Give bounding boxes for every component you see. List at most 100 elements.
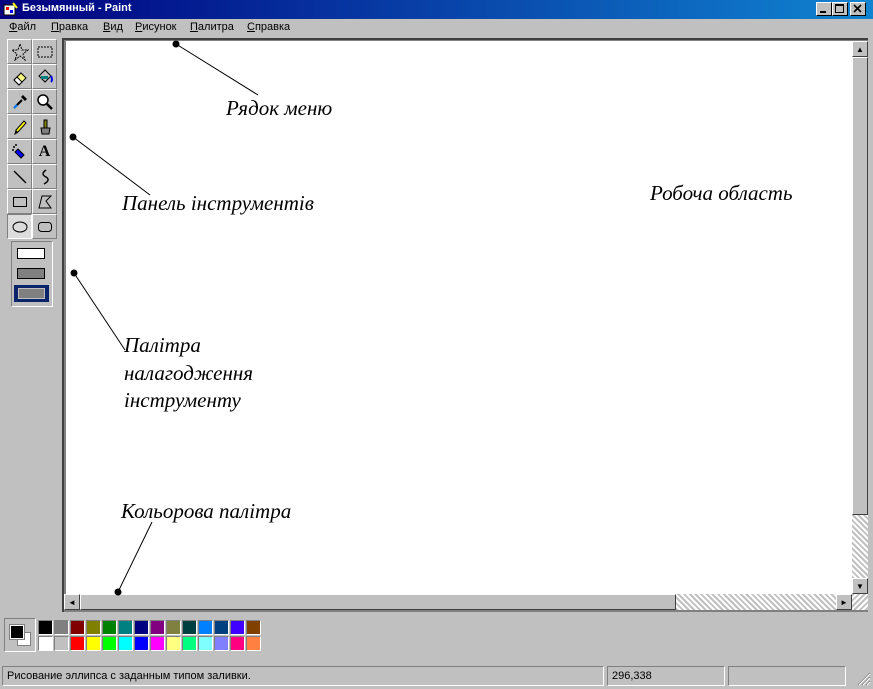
palette-swatch[interactable] [118, 636, 133, 651]
tool-magnifier[interactable] [32, 89, 57, 114]
palette-swatch[interactable] [38, 636, 53, 651]
fill-option-outline[interactable] [17, 248, 45, 259]
minimize-icon [820, 11, 826, 13]
palette-swatch[interactable] [150, 620, 165, 635]
palette-swatch[interactable] [134, 620, 149, 635]
close-icon [853, 4, 862, 13]
menu-palette[interactable]: Палитра [190, 21, 234, 33]
arrow-up-icon: ▲ [856, 44, 864, 54]
palette-swatch[interactable] [102, 636, 117, 651]
pencil-icon [13, 119, 27, 135]
status-text: Рисование эллипса с заданным типом залив… [2, 666, 604, 686]
scroll-up-button[interactable]: ▲ [852, 41, 868, 57]
arrow-left-icon: ◄ [68, 597, 76, 607]
palette-swatch[interactable] [150, 636, 165, 651]
vertical-scroll-track[interactable] [852, 515, 868, 578]
palette-swatch[interactable] [38, 620, 53, 635]
tool-polygon[interactable] [32, 189, 57, 214]
tool-rounded-rect[interactable] [32, 214, 57, 239]
text-icon: A [38, 142, 51, 160]
palette-swatch[interactable] [246, 620, 261, 635]
palette-swatch[interactable] [118, 620, 133, 635]
polygon-icon [37, 195, 52, 208]
rectangle-icon [12, 196, 27, 207]
menu-help[interactable]: Справка [247, 21, 290, 33]
scroll-corner [852, 594, 868, 610]
palette-swatch[interactable] [214, 620, 229, 635]
maximize-icon [835, 4, 844, 13]
palette-swatch[interactable] [54, 620, 69, 635]
magnifier-icon [36, 93, 53, 110]
palette-swatch[interactable] [134, 636, 149, 651]
palette-swatch[interactable] [182, 636, 197, 651]
palette-swatch[interactable] [86, 620, 101, 635]
menu-file[interactable]: Файл [9, 21, 36, 33]
status-bar: Рисование эллипса с заданным типом залив… [0, 664, 873, 689]
palette-swatch[interactable] [102, 620, 117, 635]
scroll-left-button[interactable]: ◄ [64, 594, 80, 610]
annotation-palette: Кольорова палітра [121, 499, 292, 523]
minimize-button[interactable] [816, 2, 832, 16]
palette-swatch[interactable] [198, 636, 213, 651]
tool-text[interactable]: A [32, 139, 57, 164]
vertical-scrollbar[interactable]: ▲ ▼ [852, 41, 868, 594]
menu-view[interactable]: Вид [103, 21, 123, 33]
curve-icon [41, 168, 49, 185]
paint-app-icon[interactable] [3, 2, 18, 17]
resize-grip-icon[interactable] [855, 670, 871, 686]
scroll-down-button[interactable]: ▼ [852, 578, 868, 594]
palette-swatch[interactable] [70, 620, 85, 635]
tool-free-form-select[interactable] [7, 39, 32, 64]
tool-airbrush[interactable] [7, 139, 32, 164]
selection-size [728, 666, 846, 686]
fill-option-outline-fill[interactable] [17, 268, 45, 279]
window-title: Безымянный - Paint [22, 2, 132, 14]
annotation-menu-bar: Рядок меню [226, 96, 333, 120]
scroll-right-button[interactable]: ► [836, 594, 852, 610]
vertical-scroll-thumb[interactable] [852, 57, 868, 515]
palette-swatch[interactable] [230, 636, 245, 651]
horizontal-scroll-thumb[interactable] [80, 594, 676, 610]
horizontal-scrollbar[interactable]: ◄ ► [64, 594, 852, 610]
palette-swatch[interactable] [214, 636, 229, 651]
ellipse-icon [12, 221, 27, 232]
palette-swatch[interactable] [166, 636, 181, 651]
tool-line[interactable] [7, 164, 32, 189]
tool-ellipse[interactable] [7, 214, 32, 239]
menu-image[interactable]: Рисунок [135, 21, 177, 33]
palette-swatch[interactable] [182, 620, 197, 635]
brush-icon [39, 119, 51, 134]
annotation-tool-options-line3: інструменту [124, 388, 241, 412]
menu-edit[interactable]: Правка [51, 21, 88, 33]
fill-option-fill-selected[interactable] [14, 285, 49, 302]
arrow-right-icon: ► [840, 597, 848, 607]
annotation-workspace: Робоча область [650, 181, 793, 205]
palette-swatch[interactable] [54, 636, 69, 651]
tool-rectangle[interactable] [7, 189, 32, 214]
annotation-toolbar: Панель інструментів [122, 191, 314, 215]
tool-brush[interactable] [32, 114, 57, 139]
tool-curve[interactable] [32, 164, 57, 189]
palette-swatch[interactable] [166, 620, 181, 635]
tool-pencil[interactable] [7, 114, 32, 139]
palette-swatch[interactable] [86, 636, 101, 651]
palette-swatch[interactable] [230, 620, 245, 635]
tool-pick-color[interactable] [7, 89, 32, 114]
horizontal-scroll-track[interactable] [676, 594, 836, 610]
star-select-icon [10, 42, 29, 61]
menu-bar: Файл Правка Вид Рисунок Палитра Справка [0, 19, 873, 38]
close-button[interactable] [850, 2, 866, 16]
maximize-button[interactable] [832, 2, 848, 16]
palette-swatch[interactable] [70, 636, 85, 651]
palette-swatch[interactable] [198, 620, 213, 635]
tool-eraser[interactable] [7, 64, 32, 89]
tool-rect-select[interactable] [32, 39, 57, 64]
annotation-tool-options-line2: налагодження [124, 361, 254, 385]
eyedropper-icon [12, 94, 27, 109]
palette-swatch[interactable] [246, 636, 261, 651]
paint-bucket-icon [37, 68, 53, 83]
title-bar[interactable]: Безымянный - Paint [0, 0, 873, 19]
tool-fill[interactable] [32, 64, 57, 89]
foreground-color-swatch [9, 624, 25, 640]
current-colors[interactable] [4, 618, 36, 652]
